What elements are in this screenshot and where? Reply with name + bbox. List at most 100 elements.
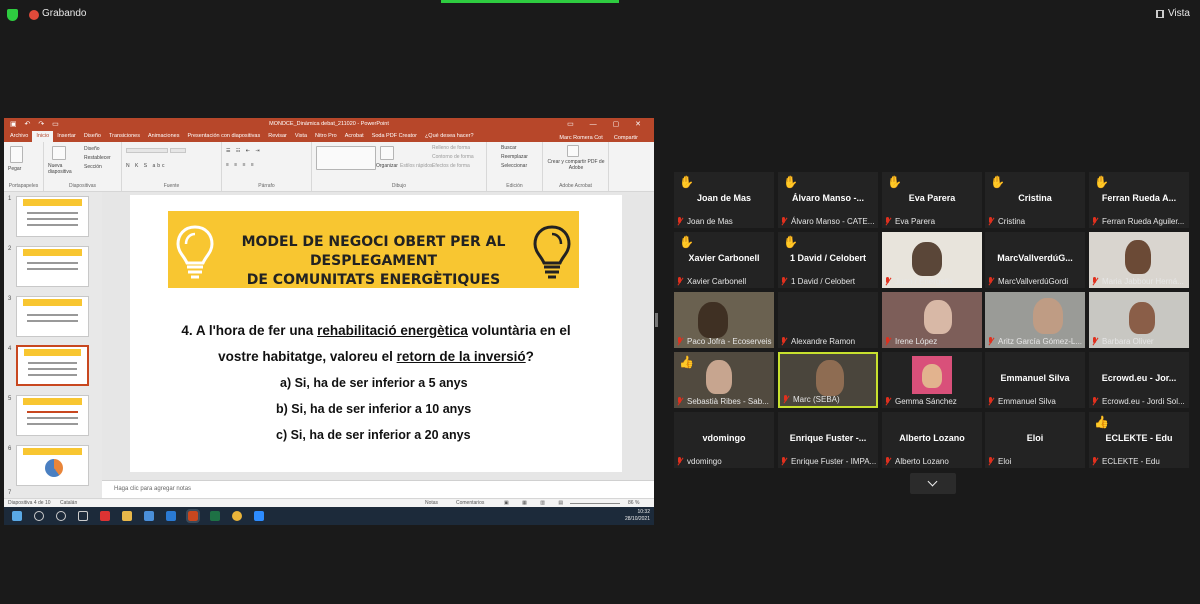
participant-tile[interactable]: Ecrowd.eu - Jor... Ecrowd.eu - Jordi Sol.… xyxy=(1089,352,1189,408)
store-icon[interactable] xyxy=(144,511,154,521)
recording-icon[interactable] xyxy=(29,10,39,20)
shape-fill-button[interactable]: Relleno de forma xyxy=(432,145,470,151)
participant-tile[interactable]: Marc (SEBA) xyxy=(778,352,878,408)
section-button[interactable]: Sección xyxy=(84,164,102,170)
participant-tile[interactable]: ✋ 1 David / Celobert 1 David / Celobert xyxy=(778,232,878,288)
outlook-icon[interactable] xyxy=(166,511,176,521)
participant-display-name: Sebastià Ribes - Sab... xyxy=(687,397,769,406)
paste-icon[interactable] xyxy=(10,146,23,163)
comments-button[interactable]: Comentarios xyxy=(456,500,484,506)
muted-mic-icon xyxy=(1091,217,1099,226)
replace-button[interactable]: Reemplazar xyxy=(501,154,528,160)
layout-button[interactable]: Diseño xyxy=(84,146,100,152)
window-controls-icons[interactable]: ▭ — ▢ ✕ xyxy=(567,120,648,128)
participant-tile[interactable]: Barbara Oliver xyxy=(1089,292,1189,348)
tab-soda-pdf[interactable]: Soda PDF Creator xyxy=(368,131,421,142)
participant-tile[interactable]: Alexandre Ramon xyxy=(778,292,878,348)
arrange-icon[interactable] xyxy=(380,146,394,160)
tell-me-search[interactable]: ¿Qué desea hacer? xyxy=(421,131,478,142)
slide-thumbnail-5[interactable] xyxy=(16,395,89,436)
participant-tile[interactable]: 👍 ECLEKTE - Edu ECLEKTE - Edu xyxy=(1089,412,1189,468)
view-button[interactable]: Vista xyxy=(1155,8,1190,19)
participant-tile[interactable]: Maria Jabbour Herná... xyxy=(1089,232,1189,288)
participant-tile[interactable]: Juan / Energetix xyxy=(882,232,982,288)
participant-tile[interactable]: Emmanuel Silva Emmanuel Silva xyxy=(985,352,1085,408)
tab-insertar[interactable]: Insertar xyxy=(53,131,80,142)
participant-tile[interactable]: vdomingo vdomingo xyxy=(674,412,774,468)
acrobat-icon[interactable] xyxy=(100,511,110,521)
thumb-banner xyxy=(23,448,82,455)
view-mode-icons[interactable]: ▣ ▦ ▥ ▤ xyxy=(504,500,569,506)
slide-thumbnail-1[interactable] xyxy=(16,196,89,237)
slide-thumbnail-4[interactable] xyxy=(16,345,89,386)
shape-effects-button[interactable]: Efectos de forma xyxy=(432,163,470,169)
cortana-icon[interactable] xyxy=(56,511,66,521)
list-icons[interactable]: ☰ ☷ ⇤ ⇥ xyxy=(226,148,262,154)
tab-revisar[interactable]: Revisar xyxy=(264,131,291,142)
shield-icon[interactable] xyxy=(7,9,18,21)
font-size-select[interactable] xyxy=(170,148,186,153)
language-status[interactable]: Catalán xyxy=(60,500,77,506)
shape-outline-button[interactable]: Contorno de forma xyxy=(432,154,474,160)
splitter-handle[interactable] xyxy=(655,313,658,327)
share-button[interactable]: Compartir xyxy=(610,133,642,141)
current-slide[interactable]: MODEL DE NEGOCI OBERT PER AL DESPLEGAMEN… xyxy=(130,195,622,472)
chrome-icon[interactable] xyxy=(232,511,242,521)
notes-pane[interactable]: Haga clic para agregar notas xyxy=(102,480,654,498)
slide-thumbnail-3[interactable] xyxy=(16,296,89,337)
excel-icon[interactable] xyxy=(210,511,220,521)
participant-tile[interactable]: Aritz García Gómez-L... xyxy=(985,292,1085,348)
participant-tile[interactable]: Enrique Fuster -... Enrique Fuster - IMPA… xyxy=(778,412,878,468)
pdf-icon[interactable] xyxy=(567,145,579,157)
select-button[interactable]: Seleccionar xyxy=(501,163,527,169)
slide-thumbnail-6[interactable] xyxy=(16,445,89,486)
zoom-top-bar: Grabando Vista xyxy=(0,0,1200,30)
file-explorer-icon[interactable] xyxy=(122,511,132,521)
participant-tile[interactable]: Eloi Eloi xyxy=(985,412,1085,468)
windows-start-icon[interactable] xyxy=(12,511,22,521)
windows-taskbar: 10:32 28/10/2021 xyxy=(4,507,654,525)
task-view-icon[interactable] xyxy=(78,511,88,521)
participant-tile[interactable]: Irene López xyxy=(882,292,982,348)
tab-inicio[interactable]: Inicio xyxy=(32,131,54,142)
slide-thumbnails-pane: 1 2 3 4 5 6 7 xyxy=(4,192,102,498)
align-icons[interactable]: ≡ ≡ ≡ ≡ xyxy=(226,162,256,168)
participant-tile[interactable]: Alberto Lozano Alberto Lozano xyxy=(882,412,982,468)
tab-vista[interactable]: Vista xyxy=(291,131,311,142)
tab-nitro-pro[interactable]: Nitro Pro xyxy=(311,131,341,142)
search-icon[interactable] xyxy=(34,511,44,521)
tab-archivo[interactable]: Archivo xyxy=(6,131,32,142)
participant-tile[interactable]: ✋ Eva Parera Eva Parera xyxy=(882,172,982,228)
participant-tile[interactable]: ✋ Xavier Carbonell Xavier Carbonell xyxy=(674,232,774,288)
zoom-taskbar-icon[interactable] xyxy=(254,511,264,521)
zoom-slider[interactable] xyxy=(570,503,620,504)
participant-tile[interactable]: ✋ Cristina Cristina xyxy=(985,172,1085,228)
tab-transiciones[interactable]: Transiciones xyxy=(105,131,144,142)
participant-tile[interactable]: MarcVallverdúG... MarcVallverdúGordi xyxy=(985,232,1085,288)
reset-button[interactable]: Restablecer xyxy=(84,155,111,161)
font-name-select[interactable] xyxy=(126,148,168,153)
participant-tile[interactable]: ✋ Álvaro Manso -... Álvaro Manso - CATE... xyxy=(778,172,878,228)
participant-tile[interactable]: ✋ Joan de Mas Joan de Mas xyxy=(674,172,774,228)
font-format-icons[interactable]: N K S abc xyxy=(126,163,167,169)
next-page-chevron-icon[interactable] xyxy=(910,473,956,494)
participant-tile[interactable]: ✋ Ferran Rueda A... Ferran Rueda Aguiler..… xyxy=(1089,172,1189,228)
participant-video-figure xyxy=(1125,240,1151,274)
participant-tile[interactable]: Gemma Sánchez xyxy=(882,352,982,408)
slide-thumbnail-2[interactable] xyxy=(16,246,89,287)
tab-animaciones[interactable]: Animaciones xyxy=(144,131,184,142)
participant-tile[interactable]: Paco Jofra - Ecoserveis xyxy=(674,292,774,348)
shapes-gallery[interactable] xyxy=(316,146,376,170)
powerpoint-taskbar-icon[interactable] xyxy=(186,509,200,523)
find-button[interactable]: Buscar xyxy=(501,145,517,151)
ppt-user[interactable]: Marc Romera Cot Compartir xyxy=(551,133,646,141)
participant-tile[interactable]: 👍 Sebastià Ribes - Sab... xyxy=(674,352,774,408)
tab-presentacion[interactable]: Presentación con diapositivas xyxy=(183,131,264,142)
new-slide-icon[interactable] xyxy=(52,146,66,160)
tab-acrobat[interactable]: Acrobat xyxy=(341,131,368,142)
zoom-level[interactable]: 86 % xyxy=(628,500,639,506)
muted-mic-icon xyxy=(987,397,995,406)
notes-button[interactable]: Notas xyxy=(425,500,438,506)
quick-styles-label[interactable]: Estilos rápidos xyxy=(400,163,433,169)
tab-diseno[interactable]: Diseño xyxy=(80,131,105,142)
